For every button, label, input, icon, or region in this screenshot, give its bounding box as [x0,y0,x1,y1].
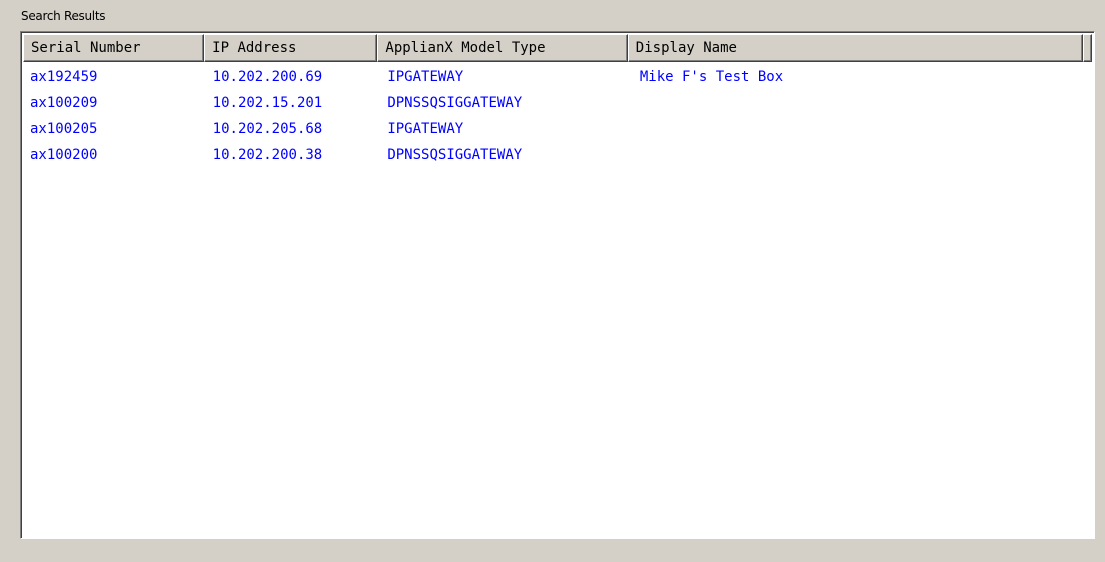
cell-serial-number: ax100200 [30,147,98,163]
search-results-label: Search Results [21,9,106,23]
cell-serial-number: ax192459 [30,69,98,85]
cell-display-name [633,116,1092,142]
cell-ip-address: 10.202.200.38 [212,147,323,163]
cell-display-name [633,90,1092,116]
list-header: Serial Number IP Address ApplianX Model … [23,34,1092,62]
cell-serial-number: ax100205 [30,121,98,137]
cell-model-type: IPGATEWAY [387,69,464,85]
table-row[interactable]: ax100200 10.202.200.38 DPNSSQSIGGATEWAY [23,142,1092,168]
search-results-list[interactable]: Serial Number IP Address ApplianX Model … [20,31,1095,539]
cell-ip-address: 10.202.205.68 [212,121,323,137]
cell-model-type: DPNSSQSIGGATEWAY [387,147,523,163]
cell-serial-number: ax100209 [30,95,98,111]
cell-model-type: DPNSSQSIGGATEWAY [387,95,523,111]
column-header-model-type[interactable]: ApplianX Model Type [377,34,628,62]
cell-display-name: Mike F's Test Box [639,69,784,85]
column-header-display-name[interactable]: Display Name [627,34,1083,62]
column-header-ip-address[interactable]: IP Address [204,34,378,62]
column-header-filler [1083,34,1092,62]
cell-ip-address: 10.202.200.69 [212,69,323,85]
table-row[interactable]: ax100209 10.202.15.201 DPNSSQSIGGATEWAY [23,90,1092,116]
cell-display-name [633,142,1092,168]
table-row[interactable]: ax100205 10.202.205.68 IPGATEWAY [23,116,1092,142]
table-row[interactable]: ax192459 10.202.200.69 IPGATEWAY Mike F'… [23,64,1092,90]
column-header-serial-number[interactable]: Serial Number [23,34,205,62]
cell-ip-address: 10.202.15.201 [212,95,323,111]
cell-model-type: IPGATEWAY [387,121,464,137]
list-rows: ax192459 10.202.200.69 IPGATEWAY Mike F'… [23,64,1092,168]
